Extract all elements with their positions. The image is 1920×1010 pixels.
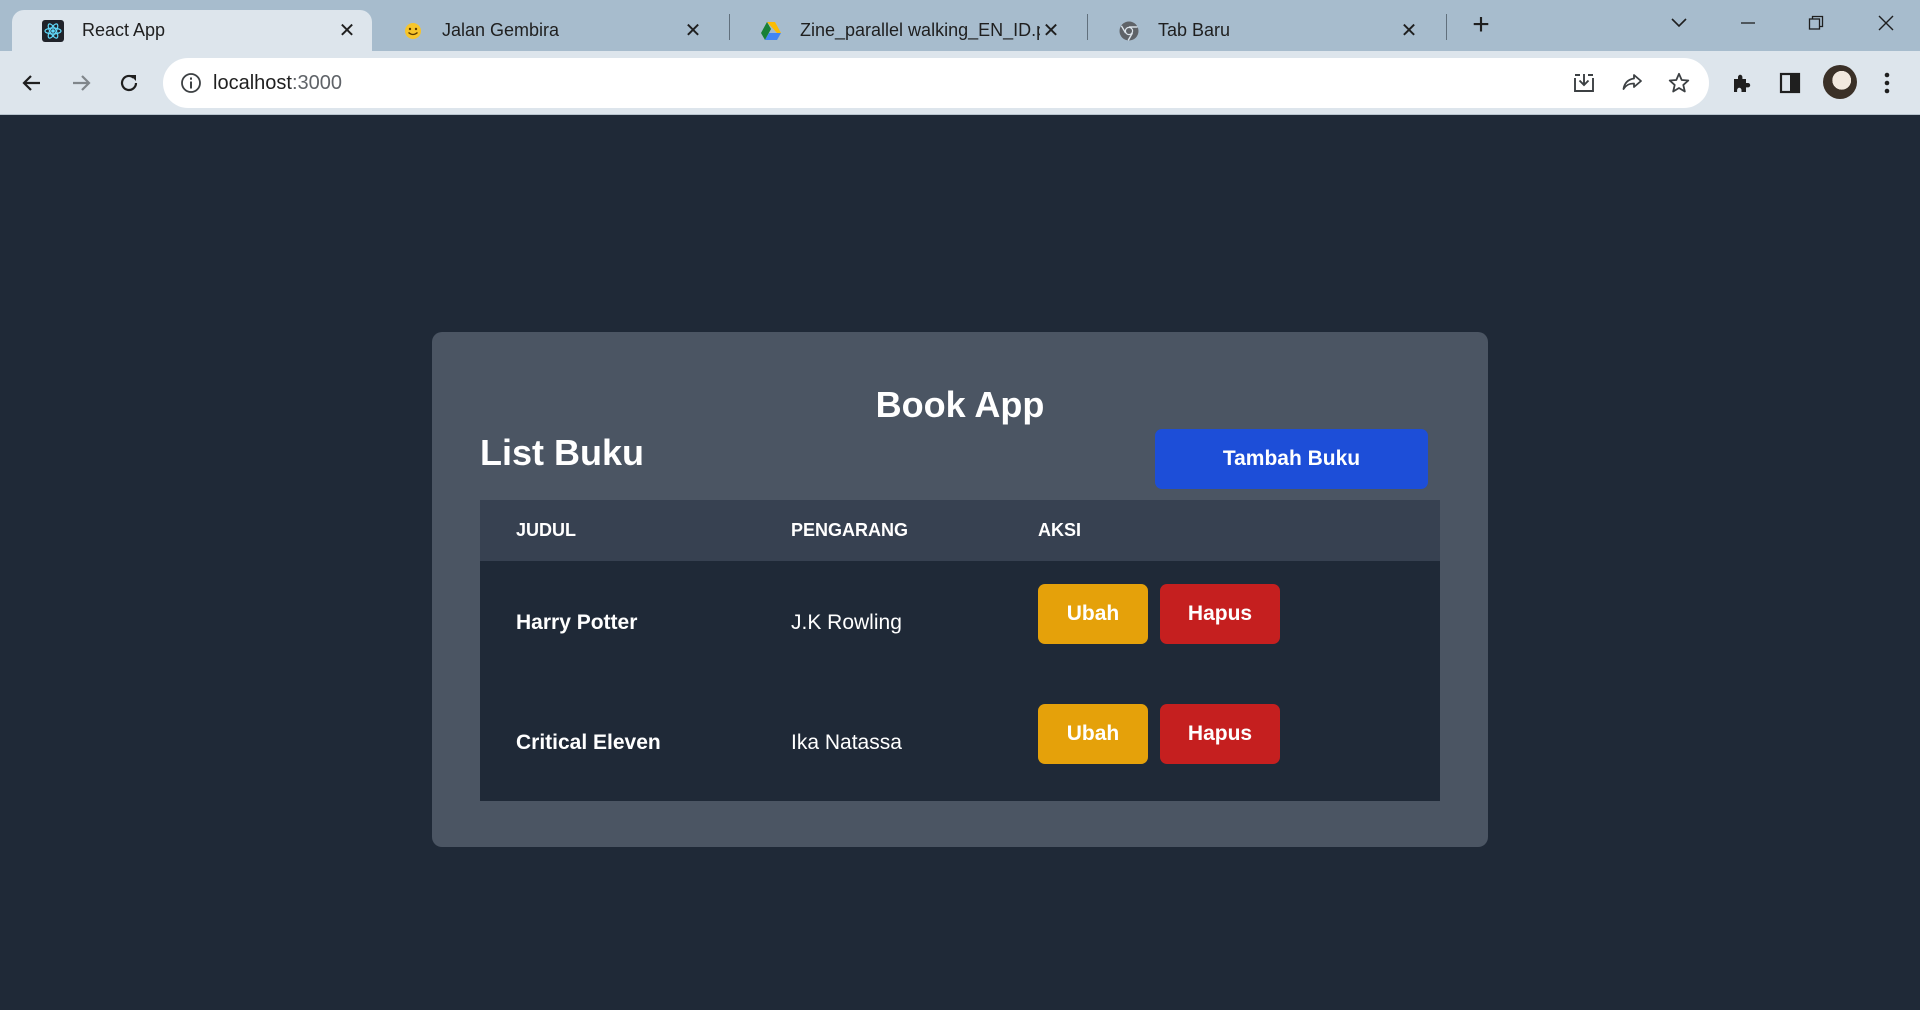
book-table: JUDUL PENGARANG AKSI Harry Potter J.K Ro… [480, 500, 1440, 801]
book-title: Harry Potter [516, 611, 638, 634]
bookmark-star-icon[interactable] [1666, 70, 1692, 96]
url-text: localhost:3000 [213, 72, 342, 94]
close-tab-icon[interactable]: ✕ [682, 20, 704, 42]
forward-icon[interactable] [65, 67, 97, 99]
reload-icon[interactable] [113, 67, 145, 99]
install-app-icon[interactable] [1571, 70, 1597, 96]
share-icon[interactable] [1619, 70, 1645, 96]
tab-tab-baru[interactable]: Tab Baru ✕ [1088, 10, 1434, 51]
close-tab-icon[interactable]: ✕ [1398, 20, 1420, 42]
tab-title: Zine_parallel walking_EN_ID.pdf [800, 20, 1040, 40]
table-header: JUDUL PENGARANG AKSI [480, 500, 1440, 561]
tab-title: Jalan Gembira [442, 20, 560, 40]
site-info-icon[interactable] [179, 71, 203, 95]
minimize-icon[interactable] [1733, 8, 1763, 38]
edit-book-button[interactable]: Ubah [1038, 584, 1148, 644]
add-book-button[interactable]: Tambah Buku [1155, 429, 1428, 489]
tab-jalan-gembira[interactable]: Jalan Gembira ✕ [372, 10, 718, 51]
close-tab-icon[interactable]: ✕ [336, 20, 358, 42]
table-row: Critical Eleven Ika Natassa Ubah Hapus [480, 681, 1440, 801]
book-title: Critical Eleven [516, 731, 661, 754]
side-panel-icon[interactable] [1774, 67, 1806, 99]
edit-book-button[interactable]: Ubah [1038, 704, 1148, 764]
address-bar[interactable]: localhost:3000 [163, 58, 1709, 108]
table-row: Harry Potter J.K Rowling Ubah Hapus [480, 561, 1440, 681]
tab-separator [1446, 14, 1447, 40]
tab-react-app[interactable]: React App ✕ [12, 10, 372, 51]
extensions-puzzle-icon[interactable] [1726, 67, 1758, 99]
tab-title: React App [82, 20, 166, 40]
book-author: J.K Rowling [791, 611, 902, 634]
new-tab-icon[interactable]: + [1468, 8, 1494, 41]
more-menu-icon[interactable] [1871, 67, 1903, 99]
app-title: Book App [875, 384, 1045, 425]
list-title: List Buku [480, 432, 645, 473]
restore-icon[interactable] [1801, 8, 1831, 38]
tab-zine-pdf[interactable]: Zine_parallel walking_EN_ID.pdf ✕ [730, 10, 1076, 51]
column-header-judul: JUDUL [516, 520, 577, 540]
react-icon [42, 19, 64, 42]
column-header-pengarang: PENGARANG [791, 520, 909, 540]
chrome-icon [1118, 20, 1140, 42]
profile-avatar[interactable] [1823, 65, 1857, 99]
tab-title: Tab Baru [1158, 20, 1231, 40]
google-drive-icon [760, 20, 782, 42]
close-window-icon[interactable] [1871, 8, 1901, 38]
column-header-aksi: AKSI [1038, 520, 1082, 540]
book-author: Ika Natassa [791, 731, 902, 754]
close-tab-icon[interactable]: ✕ [1040, 20, 1062, 42]
book-app-card: Book App List Buku Tambah Buku JUDUL PEN… [432, 332, 1488, 847]
emoji-icon [402, 20, 424, 42]
tab-search-chevron-icon[interactable] [1664, 8, 1694, 38]
browser-toolbar: localhost:3000 [0, 51, 1920, 115]
browser-tab-strip: React App ✕ Jalan Gembira ✕ Zine_paralle… [0, 0, 1920, 51]
back-icon[interactable] [16, 67, 48, 99]
delete-book-button[interactable]: Hapus [1160, 704, 1280, 764]
delete-book-button[interactable]: Hapus [1160, 584, 1280, 644]
